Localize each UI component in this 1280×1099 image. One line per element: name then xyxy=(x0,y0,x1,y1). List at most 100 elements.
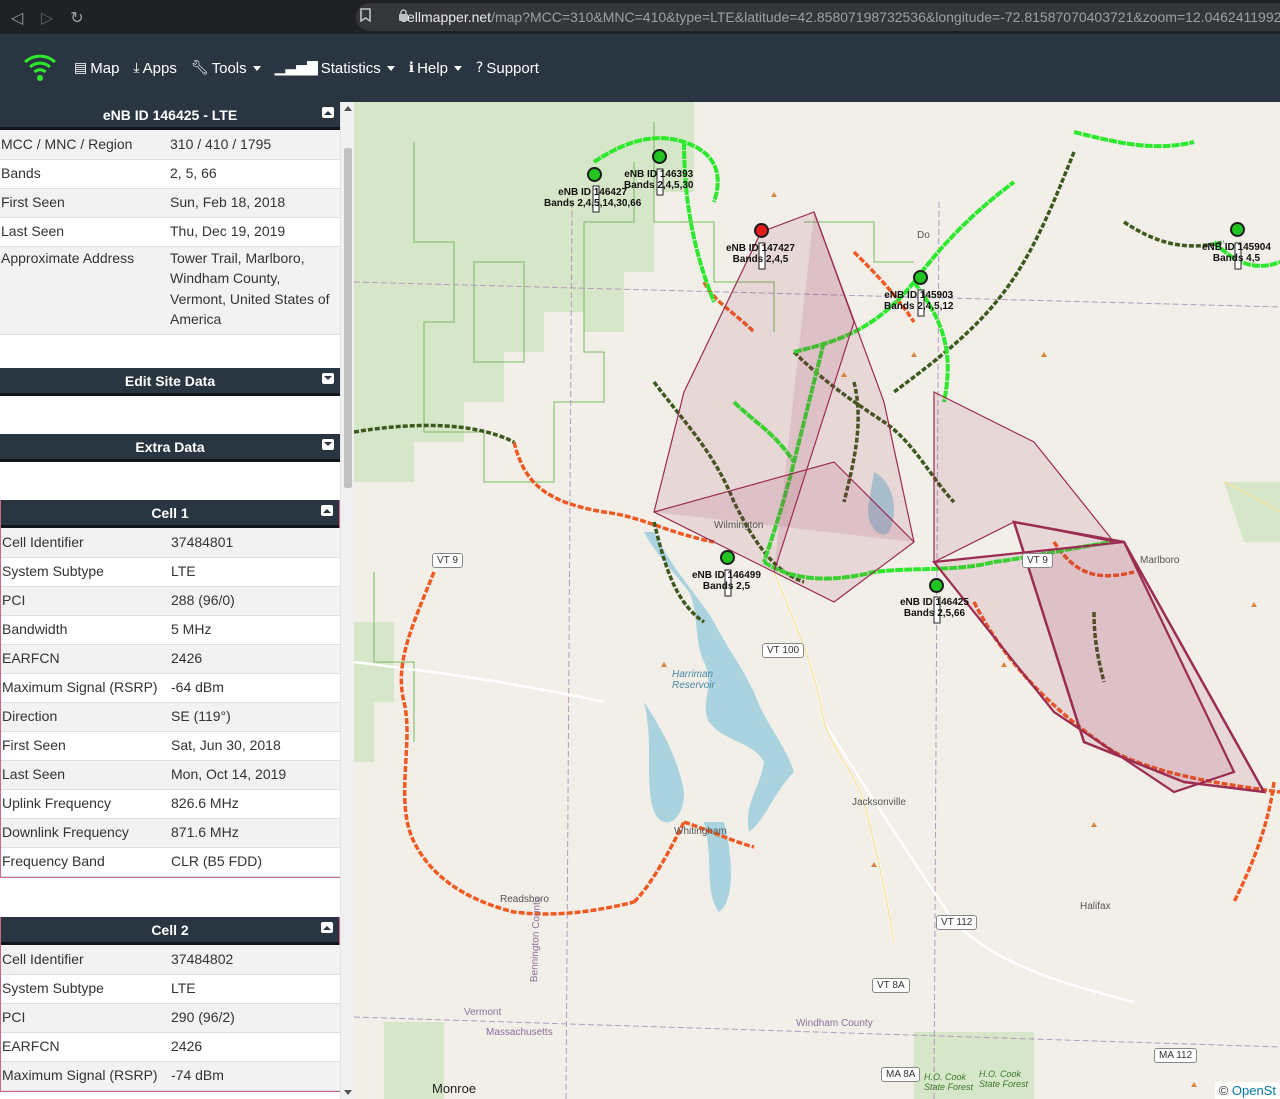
tower-label: eNB ID 146425 Bands 2,5,66 xyxy=(900,597,969,619)
place-label: Marlboro xyxy=(1140,555,1180,566)
table-row: Downlink Frequency 871.6 MHz xyxy=(1,818,341,848)
row-value: Sun, Feb 18, 2018 xyxy=(170,188,340,218)
chevron-down-icon xyxy=(252,65,261,71)
site-panel-header[interactable]: eNB ID 146425 - LTE xyxy=(0,102,340,130)
row-key: First Seen xyxy=(0,188,170,218)
cell-2-header[interactable]: Cell 2 xyxy=(1,917,339,945)
row-key: MCC / MNC / Region xyxy=(0,130,170,160)
tower-label: eNB ID 147427 Bands 2,4,5 xyxy=(726,243,795,265)
map-attribution: © OpenSt xyxy=(1214,1082,1280,1099)
reload-icon[interactable]: ↻ xyxy=(64,4,90,30)
row-key: System Subtype xyxy=(1,557,171,587)
tower-label: eNB ID 146499 Bands 2,5 xyxy=(692,570,761,592)
nav-map[interactable]: ▤ Map xyxy=(74,60,119,77)
tower-marker[interactable] xyxy=(929,578,944,593)
tower-bands: Bands 2,4,5,12 xyxy=(884,301,954,312)
extra-data-header[interactable]: Extra Data xyxy=(0,434,340,462)
tower-bands: Bands 2,5 xyxy=(702,581,751,592)
tower-bands: Bands 2,4,5,14,30,66 xyxy=(544,198,642,209)
tower-marker[interactable] xyxy=(1230,222,1245,237)
row-key: Bands xyxy=(0,159,170,189)
row-value: SE (119°) xyxy=(171,702,341,732)
edit-site-header[interactable]: Edit Site Data xyxy=(0,368,340,396)
site-panel: eNB ID 146425 - LTE MCC / MNC / Region 31… xyxy=(0,102,340,335)
scroll-down-icon[interactable] xyxy=(344,1090,352,1095)
download-icon: ⤓ xyxy=(133,60,140,76)
nav-tools-label: Tools xyxy=(211,59,247,77)
row-key: System Subtype xyxy=(1,974,171,1004)
cell-2-panel: Cell 2 Cell Identifier 37484802 System Sub… xyxy=(0,917,341,1092)
nav-apps[interactable]: ⤓ Apps xyxy=(133,60,176,77)
expand-icon[interactable] xyxy=(322,373,334,384)
place-label: Halifax xyxy=(1080,901,1111,912)
row-key: PCI xyxy=(1,1003,171,1033)
table-row: Maximum Signal (RSRP) -64 dBm xyxy=(1,673,341,703)
place-label: Vermont xyxy=(464,1007,502,1018)
place-label: Wilmington xyxy=(714,520,764,531)
road-shield: VT 9 xyxy=(432,553,463,568)
tower-bands: Bands 2,4,5,30 xyxy=(624,180,694,191)
tower-marker[interactable] xyxy=(652,149,667,164)
bookmark-icon[interactable] xyxy=(360,8,371,25)
address-bar[interactable]: cellmapper.net/map?MCC=310&MNC=410&type=… xyxy=(356,3,1280,31)
road-shield: VT 9 xyxy=(1022,553,1053,568)
road-shield: VT 112 xyxy=(936,915,978,930)
row-value: -74 dBm xyxy=(171,1061,341,1091)
nav-support-label: Support xyxy=(486,59,539,77)
tower-marker[interactable] xyxy=(913,270,928,285)
cell-1-header[interactable]: Cell 1 xyxy=(1,500,339,528)
row-key: Cell Identifier xyxy=(1,945,171,975)
row-value: 2, 5, 66 xyxy=(170,159,340,189)
tower-marker[interactable] xyxy=(754,223,769,238)
row-key: PCI xyxy=(1,586,171,616)
tower-label: eNB ID 146393 Bands 2,4,5,30 xyxy=(624,169,693,191)
table-row: Bands 2, 5, 66 xyxy=(0,159,340,189)
lock-icon[interactable] xyxy=(398,9,409,21)
collapse-icon[interactable] xyxy=(322,107,334,118)
tower-marker[interactable] xyxy=(587,167,602,182)
forward-icon[interactable]: ▷ xyxy=(34,4,60,30)
row-key: Last Seen xyxy=(0,217,170,247)
question-icon: ? xyxy=(475,60,484,76)
table-row: System Subtype LTE xyxy=(1,557,341,587)
road-shield: MA 112 xyxy=(1154,1048,1198,1063)
nav-tools[interactable]: 🔧︎ Tools xyxy=(191,60,261,77)
back-icon[interactable]: ◁ xyxy=(4,4,30,30)
row-value: 2426 xyxy=(171,1032,341,1062)
nav-statistics[interactable]: ▁▃▅▇ Statistics xyxy=(275,60,395,77)
collapse-icon[interactable] xyxy=(321,922,333,933)
road-shield: MA 8A xyxy=(881,1067,921,1082)
row-value: -64 dBm xyxy=(171,673,341,703)
row-key: Approximate Address xyxy=(0,246,170,335)
table-row: PCI 288 (96/0) xyxy=(1,586,341,616)
scrollbar-thumb[interactable] xyxy=(344,148,352,488)
cell-1-title: Cell 1 xyxy=(151,504,189,521)
tower-bands: Bands 2,4,5 xyxy=(732,254,789,265)
nav-support[interactable]: ? Support xyxy=(476,60,539,77)
table-row: PCI 290 (96/2) xyxy=(1,1003,341,1033)
expand-icon[interactable] xyxy=(322,439,334,450)
table-row: Direction SE (119°) xyxy=(1,702,341,732)
site-navbar: ▤ Map ⤓ Apps 🔧︎ Tools ▁▃▅▇ Statistics ℹ Help … xyxy=(0,34,1280,102)
chevron-down-icon xyxy=(453,65,462,71)
row-value: Thu, Dec 19, 2019 xyxy=(170,217,340,247)
row-value: Sat, Jun 30, 2018 xyxy=(171,731,341,761)
place-label: Windham County xyxy=(796,1018,873,1029)
scroll-up-icon[interactable] xyxy=(344,106,352,111)
edit-site-title: Edit Site Data xyxy=(124,372,216,389)
url-text[interactable]: cellmapper.net/map?MCC=310&MNC=410&type=… xyxy=(400,9,1280,25)
scrollbar[interactable] xyxy=(340,102,354,1099)
table-row: System Subtype LTE xyxy=(1,974,341,1004)
table-row: Approximate Address Tower Trail, Marlboro… xyxy=(0,246,340,335)
coverage-map[interactable]: eNB ID 146427 Bands 2,4,5,14,30,66 eNB ID… xyxy=(354,102,1280,1099)
collapse-icon[interactable] xyxy=(321,505,333,516)
openstreetmap-link[interactable]: OpenSt xyxy=(1232,1083,1276,1098)
nav-statistics-label: Statistics xyxy=(320,59,381,77)
tower-marker[interactable] xyxy=(720,550,735,565)
bar-chart-icon: ▁▃▅▇ xyxy=(274,60,318,76)
nav-help[interactable]: ℹ Help xyxy=(409,60,462,77)
tower-enb: eNB ID 146499 xyxy=(692,570,761,581)
place-label: Jacksonville xyxy=(852,797,906,808)
cell-2-title: Cell 2 xyxy=(151,921,189,938)
signal-logo-icon[interactable] xyxy=(22,53,58,83)
